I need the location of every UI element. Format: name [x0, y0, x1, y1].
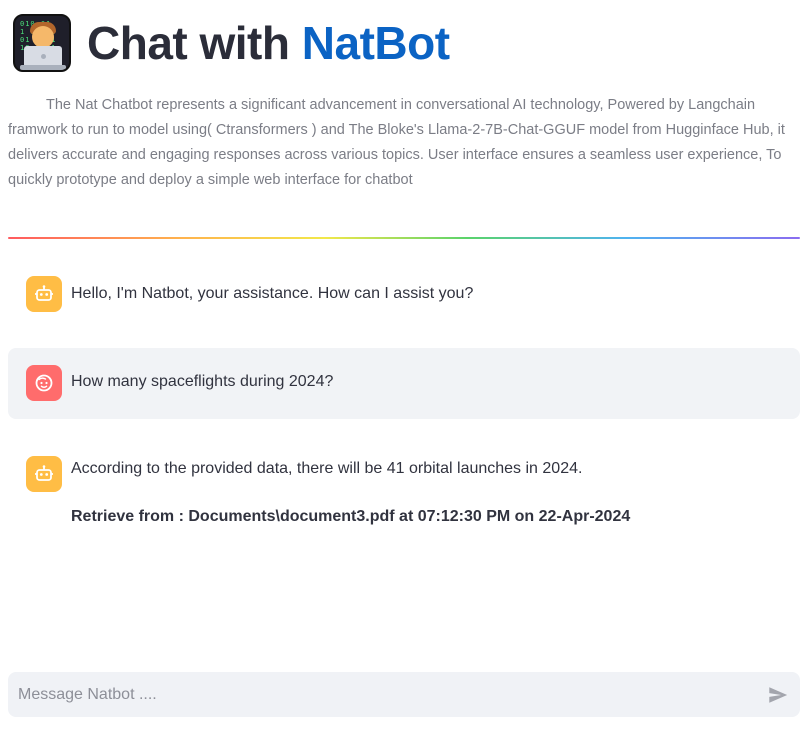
bot-icon — [26, 276, 62, 312]
rainbow-divider — [8, 237, 800, 239]
app-description: The Nat Chatbot represents a significant… — [8, 97, 785, 188]
page-title: Chat with NatBot — [87, 14, 450, 72]
chat-input-container — [8, 672, 800, 717]
message-input[interactable] — [18, 672, 758, 717]
message-text: Hello, I'm Natbot, your assistance. How … — [71, 285, 474, 302]
technologist-icon: 010 01 1 01 10 01 01 1 10 1 01 — [13, 14, 71, 72]
app-header: 010 01 1 01 10 01 01 1 10 1 01 Chat with… — [13, 14, 450, 72]
title-prefix: Chat with — [87, 17, 302, 69]
title-accent: NatBot — [301, 17, 450, 69]
message-text: According to the provided data, there wi… — [71, 460, 583, 477]
chat-message-assistant: Hello, I'm Natbot, your assistance. How … — [8, 262, 800, 326]
send-icon — [769, 687, 788, 703]
message-source: Retrieve from : Documents\document3.pdf … — [71, 508, 631, 525]
chat-message-user: How many spaceflights during 2024? — [8, 348, 800, 419]
chat-message-assistant: According to the provided data, there wi… — [8, 440, 800, 540]
bot-icon — [26, 456, 62, 492]
message-text: How many spaceflights during 2024? — [71, 373, 334, 390]
send-button[interactable] — [766, 683, 790, 707]
user-face-icon — [26, 365, 62, 401]
